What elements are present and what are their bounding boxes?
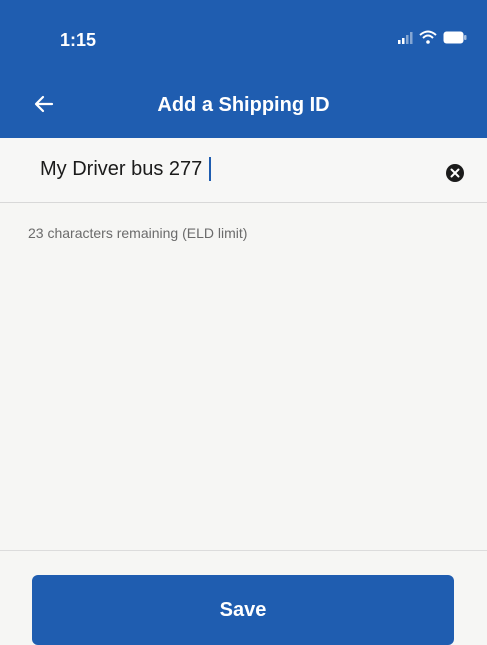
shipping-id-input[interactable] xyxy=(40,158,400,181)
shipping-id-input-row xyxy=(0,138,487,203)
app-header: 1:15 Add a Shipping ID xyxy=(0,0,487,138)
battery-icon xyxy=(443,31,467,49)
status-icons xyxy=(397,30,467,49)
status-time: 1:15 xyxy=(60,30,97,50)
page-title: Add a Shipping ID xyxy=(157,94,330,116)
divider xyxy=(0,550,487,551)
clear-circle-icon xyxy=(446,164,464,182)
nav-bar: Add a Shipping ID xyxy=(0,80,487,130)
characters-remaining-text: 23 characters remaining (ELD limit) xyxy=(28,225,248,241)
wifi-icon xyxy=(419,30,437,49)
clear-button[interactable] xyxy=(445,163,465,183)
text-cursor xyxy=(209,157,211,181)
signal-icon xyxy=(397,31,413,49)
save-button[interactable]: Save xyxy=(32,575,454,645)
status-bar: 1:15 xyxy=(0,0,487,80)
